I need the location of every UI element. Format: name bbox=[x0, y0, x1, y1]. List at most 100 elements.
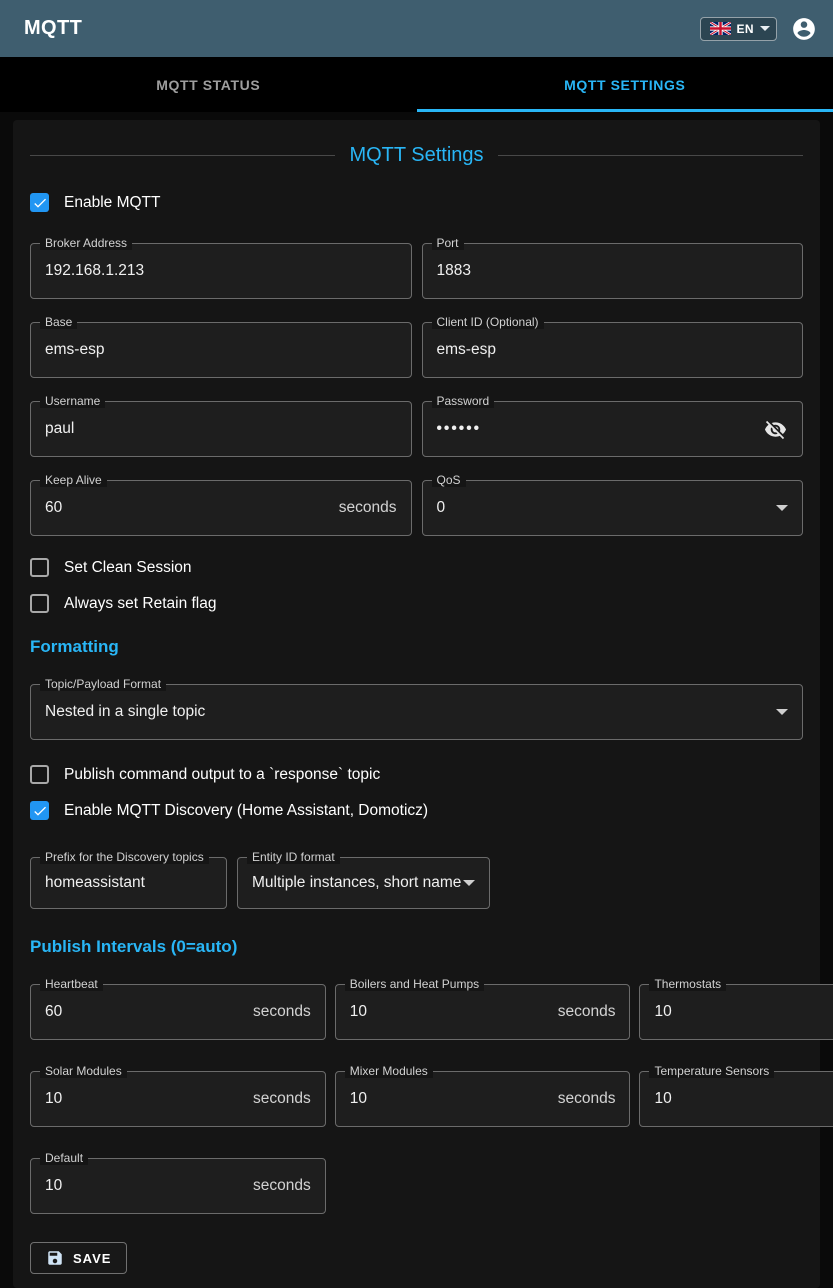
password-input[interactable] bbox=[437, 420, 763, 438]
interval-field-mixer: Mixer Modules seconds bbox=[335, 1071, 631, 1127]
clean-session-row: Set Clean Session bbox=[30, 558, 803, 577]
language-label: EN bbox=[737, 22, 754, 36]
client-id-field: Client ID (Optional) bbox=[422, 322, 804, 378]
heartbeat-unit: seconds bbox=[253, 1003, 311, 1021]
enable-mqtt-checkbox[interactable] bbox=[30, 193, 49, 212]
port-input[interactable] bbox=[437, 262, 789, 280]
toggle-password-visibility-button[interactable] bbox=[762, 416, 788, 442]
discovery-row: Enable MQTT Discovery (Home Assistant, D… bbox=[30, 801, 803, 820]
port-label: Port bbox=[432, 236, 464, 250]
uk-flag-icon bbox=[710, 22, 731, 35]
mixer-unit: seconds bbox=[558, 1090, 616, 1108]
heartbeat-input[interactable] bbox=[45, 1003, 245, 1021]
base-input[interactable] bbox=[45, 341, 397, 359]
topic-format-label: Topic/Payload Format bbox=[40, 677, 166, 691]
clean-session-label: Set Clean Session bbox=[64, 559, 192, 577]
base-field: Base bbox=[30, 322, 412, 378]
formatting-heading: Formatting bbox=[30, 637, 803, 657]
save-icon bbox=[46, 1249, 64, 1267]
username-field: Username bbox=[30, 401, 412, 457]
port-field: Port bbox=[422, 243, 804, 299]
keep-alive-field: Keep Alive seconds bbox=[30, 480, 412, 536]
qos-select[interactable]: QoS 0 bbox=[422, 480, 804, 536]
thermostats-label: Thermostats bbox=[649, 977, 726, 991]
entity-format-select[interactable]: Entity ID format Multiple instances, sho… bbox=[237, 857, 490, 909]
dropdown-arrow-icon bbox=[776, 505, 788, 511]
boilers-label: Boilers and Heat Pumps bbox=[345, 977, 484, 991]
check-icon bbox=[32, 195, 48, 211]
entity-format-value: Multiple instances, short name bbox=[252, 874, 463, 892]
divider-line bbox=[498, 155, 803, 156]
response-topic-row: Publish command output to a `response` t… bbox=[30, 765, 803, 784]
dropdown-arrow-icon bbox=[463, 880, 475, 886]
tab-bar: MQTT STATUS MQTT SETTINGS bbox=[0, 57, 833, 112]
enable-mqtt-label: Enable MQTT bbox=[64, 194, 160, 212]
client-id-input[interactable] bbox=[437, 341, 789, 359]
chevron-down-icon bbox=[760, 26, 770, 31]
boilers-input[interactable] bbox=[350, 1003, 550, 1021]
retain-flag-row: Always set Retain flag bbox=[30, 594, 803, 613]
app-title: MQTT bbox=[24, 17, 82, 40]
temperature-sensors-input[interactable] bbox=[654, 1090, 833, 1108]
username-label: Username bbox=[40, 394, 105, 408]
mixer-input[interactable] bbox=[350, 1090, 550, 1108]
divider-line bbox=[30, 155, 335, 156]
page-title: MQTT Settings bbox=[349, 144, 483, 167]
tab-mqtt-settings[interactable]: MQTT SETTINGS bbox=[417, 57, 833, 112]
app-bar: MQTT EN bbox=[0, 0, 833, 57]
heartbeat-label: Heartbeat bbox=[40, 977, 103, 991]
dropdown-arrow-icon bbox=[776, 709, 788, 715]
interval-field-heartbeat: Heartbeat seconds bbox=[30, 984, 326, 1040]
clean-session-checkbox[interactable] bbox=[30, 558, 49, 577]
thermostats-input[interactable] bbox=[654, 1003, 833, 1021]
account-button[interactable] bbox=[791, 16, 817, 42]
discovery-prefix-field: Prefix for the Discovery topics bbox=[30, 857, 227, 909]
client-id-label: Client ID (Optional) bbox=[432, 315, 544, 329]
discovery-label: Enable MQTT Discovery (Home Assistant, D… bbox=[64, 802, 428, 820]
interval-field-solar: Solar Modules seconds bbox=[30, 1071, 326, 1127]
topic-format-select[interactable]: Topic/Payload Format Nested in a single … bbox=[30, 684, 803, 740]
discovery-prefix-input[interactable] bbox=[45, 874, 212, 892]
base-label: Base bbox=[40, 315, 77, 329]
interval-field-temperature-sensors: Temperature Sensors seconds bbox=[639, 1071, 833, 1127]
intervals-grid: Heartbeat seconds Boilers and Heat Pumps… bbox=[30, 984, 803, 1214]
default-input[interactable] bbox=[45, 1177, 245, 1195]
entity-format-label: Entity ID format bbox=[247, 850, 340, 864]
response-topic-label: Publish command output to a `response` t… bbox=[64, 766, 380, 784]
response-topic-checkbox[interactable] bbox=[30, 765, 49, 784]
retain-flag-label: Always set Retain flag bbox=[64, 595, 217, 613]
interval-field-thermostats: Thermostats seconds bbox=[639, 984, 833, 1040]
solar-label: Solar Modules bbox=[40, 1064, 127, 1078]
qos-value: 0 bbox=[437, 499, 777, 517]
qos-label: QoS bbox=[432, 473, 466, 487]
discovery-prefix-label: Prefix for the Discovery topics bbox=[40, 850, 209, 864]
mixer-label: Mixer Modules bbox=[345, 1064, 433, 1078]
settings-card: MQTT Settings Enable MQTT Broker Address… bbox=[13, 120, 820, 1288]
keep-alive-unit: seconds bbox=[339, 499, 397, 517]
boilers-unit: seconds bbox=[558, 1003, 616, 1021]
language-selector-button[interactable]: EN bbox=[700, 17, 777, 41]
password-field: Password bbox=[422, 401, 804, 457]
check-icon bbox=[32, 803, 48, 819]
tab-mqtt-status[interactable]: MQTT STATUS bbox=[0, 57, 417, 112]
broker-address-input[interactable] bbox=[45, 262, 397, 280]
active-tab-indicator bbox=[417, 109, 833, 112]
broker-address-field: Broker Address bbox=[30, 243, 412, 299]
default-unit: seconds bbox=[253, 1177, 311, 1195]
username-input[interactable] bbox=[45, 420, 397, 438]
interval-field-default: Default seconds bbox=[30, 1158, 326, 1214]
save-button-label: SAVE bbox=[73, 1251, 111, 1266]
broker-address-label: Broker Address bbox=[40, 236, 132, 250]
discovery-checkbox[interactable] bbox=[30, 801, 49, 820]
visibility-off-icon bbox=[764, 418, 787, 441]
save-button[interactable]: SAVE bbox=[30, 1242, 127, 1274]
keep-alive-label: Keep Alive bbox=[40, 473, 107, 487]
retain-flag-checkbox[interactable] bbox=[30, 594, 49, 613]
default-label: Default bbox=[40, 1151, 88, 1165]
enable-mqtt-row: Enable MQTT bbox=[30, 193, 803, 212]
connection-fields-grid: Broker Address Port Base Client ID (Opti… bbox=[30, 243, 803, 536]
keep-alive-input[interactable] bbox=[45, 499, 331, 517]
solar-input[interactable] bbox=[45, 1090, 245, 1108]
temperature-sensors-label: Temperature Sensors bbox=[649, 1064, 774, 1078]
intervals-heading: Publish Intervals (0=auto) bbox=[30, 937, 803, 957]
